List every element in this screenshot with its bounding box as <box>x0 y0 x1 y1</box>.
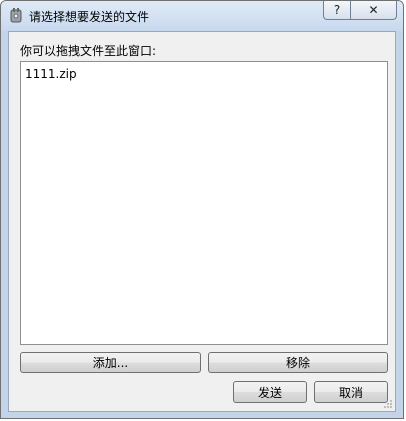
window-title: 请选择想要发送的文件 <box>29 10 150 24</box>
file-list[interactable]: 1111.zip <box>20 61 388 345</box>
close-icon: ✕ <box>368 3 379 17</box>
drop-hint-label: 你可以拖拽文件至此窗口: <box>20 44 157 58</box>
help-icon: ? <box>333 3 341 17</box>
close-button[interactable]: ✕ <box>351 1 397 20</box>
help-button[interactable]: ? <box>323 1 351 20</box>
dialog-body: 你可以拖拽文件至此窗口: 1111.zip 添加... 移除 发送 取消 <box>8 31 396 412</box>
list-item[interactable]: 1111.zip <box>25 67 77 81</box>
title-bar[interactable]: 请选择想要发送的文件 ? ✕ <box>1 1 403 31</box>
title-buttons: ? ✕ <box>323 1 397 21</box>
file-picker-dialog: 请选择想要发送的文件 ? ✕ 你可以拖拽文件至此窗口: 1111.zip 添加.… <box>0 0 404 419</box>
add-button[interactable]: 添加... <box>20 352 201 373</box>
cancel-button[interactable]: 取消 <box>314 381 388 403</box>
resize-grip-icon[interactable] <box>383 399 393 409</box>
remove-button[interactable]: 移除 <box>208 352 388 373</box>
app-icon <box>10 8 22 23</box>
send-button[interactable]: 发送 <box>233 381 307 403</box>
